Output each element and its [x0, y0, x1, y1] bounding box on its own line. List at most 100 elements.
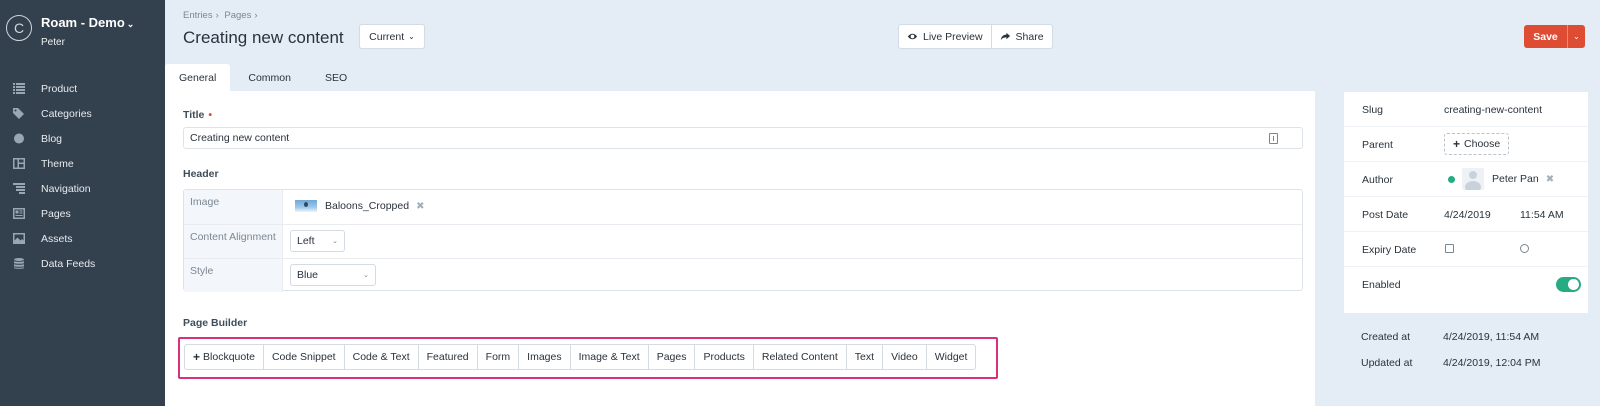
alignment-row-value: Left ⌄ — [283, 225, 1302, 258]
site-user: Peter — [41, 37, 65, 48]
slug-label: Slug — [1362, 104, 1384, 116]
clock-icon[interactable] — [1520, 244, 1529, 253]
tab-bar: General Common SEO — [165, 64, 1315, 91]
created-at-value: 4/24/2019, 11:54 AM — [1443, 331, 1540, 343]
status-dot — [1448, 175, 1455, 183]
add-code-text-button[interactable]: Code & Text — [343, 345, 418, 369]
sidebar-item-assets[interactable]: Assets — [0, 226, 165, 251]
sidebar-item-label: Assets — [41, 232, 73, 245]
enabled-row: Enabled — [1344, 267, 1588, 302]
sidebar-item-categories[interactable]: Categories — [0, 101, 165, 126]
title-input[interactable]: Creating new content — [183, 127, 1303, 149]
tab-common[interactable]: Common — [230, 64, 311, 91]
tab-general[interactable]: General — [165, 64, 231, 91]
sidebar-item-label: Product — [41, 82, 78, 95]
style-row-value: Blue ⌄ — [283, 259, 1302, 292]
sidebar-item-pages[interactable]: Pages — [0, 201, 165, 226]
site-switcher[interactable]: C Roam - Demo ⌄ Peter — [6, 15, 134, 48]
sidebar-nav: Product Categories Blog Theme Navigation… — [0, 76, 165, 276]
slug-input[interactable]: creating-new-content — [1444, 104, 1542, 116]
chevron-down-icon: ⌄ — [1573, 32, 1580, 41]
sidebar-item-label: Navigation — [41, 182, 91, 195]
add-products-button[interactable]: Products — [694, 345, 752, 369]
expiry-date-label: Expiry Date — [1362, 244, 1417, 256]
alignment-row-label: Content Alignment — [184, 225, 283, 258]
save-button[interactable]: Save — [1524, 25, 1567, 48]
page-header: Entries › Pages › Creating new content Cur… — [165, 0, 1600, 64]
add-video-button[interactable]: Video — [882, 345, 926, 369]
image-icon — [12, 233, 25, 244]
remove-icon[interactable]: ✖ — [416, 201, 424, 212]
save-menu-button[interactable]: ⌄ — [1567, 25, 1585, 48]
sidebar-item-navigation[interactable]: Navigation — [0, 176, 165, 201]
site-name-row: Roam - Demo ⌄ — [41, 15, 134, 32]
post-date-input[interactable]: 4/24/2019 — [1444, 209, 1491, 221]
breadcrumb-pages[interactable]: Pages — [224, 10, 251, 21]
live-preview-button[interactable]: Live Preview — [899, 25, 991, 48]
add-featured-button[interactable]: Featured — [417, 345, 477, 369]
circle-icon — [12, 133, 25, 144]
plus-icon: + — [1453, 137, 1461, 151]
required-indicator: • — [208, 109, 213, 121]
add-code-snippet-button[interactable]: Code Snippet — [262, 345, 344, 369]
add-form-button[interactable]: Form — [476, 345, 519, 369]
author-chip[interactable]: Peter Pan ✖ — [1448, 168, 1554, 190]
author-name: Peter Pan — [1492, 173, 1539, 185]
chevron-down-icon: ⌄ — [332, 238, 338, 245]
preview-share-group: Live Preview Share — [898, 24, 1053, 49]
style-row-label: Style — [184, 259, 283, 292]
add-pages-button[interactable]: Pages — [647, 345, 695, 369]
author-label: Author — [1362, 174, 1393, 186]
page-builder-block-types: + Blockquote Code Snippet Code & Text Fea… — [178, 337, 998, 379]
character-counter-icon — [1269, 133, 1278, 144]
breadcrumb-entries[interactable]: Entries — [183, 10, 213, 21]
post-time-input[interactable]: 11:54 AM — [1520, 209, 1564, 221]
sidebar-item-blog[interactable]: Blog — [0, 126, 165, 151]
share-button[interactable]: Share — [990, 25, 1052, 48]
block-type-buttons: + Blockquote Code Snippet Code & Text Fea… — [184, 344, 977, 370]
tab-seo[interactable]: SEO — [311, 64, 361, 91]
header-row-image: Image Baloons_Cropped ✖ — [184, 190, 1302, 224]
sidebar-item-theme[interactable]: Theme — [0, 151, 165, 176]
post-date-row: Post Date 4/24/2019 11:54 AM — [1344, 197, 1588, 232]
sidebar-item-label: Categories — [41, 107, 92, 120]
add-related-content-button[interactable]: Related Content — [752, 345, 846, 369]
share-arrow-icon — [1000, 32, 1010, 41]
enabled-toggle[interactable] — [1556, 277, 1581, 292]
chevron-down-icon: ⌄ — [408, 32, 415, 41]
live-preview-label: Live Preview — [923, 30, 983, 43]
asset-chip[interactable]: Baloons_Cropped ✖ — [295, 200, 424, 212]
sidebar-item-label: Theme — [41, 157, 74, 170]
post-date-label: Post Date — [1362, 209, 1409, 221]
sidebar-item-label: Pages — [41, 207, 71, 220]
parent-label: Parent — [1362, 139, 1393, 151]
page-title: Creating new content — [183, 28, 344, 47]
choose-parent-button[interactable]: + Choose — [1444, 133, 1510, 155]
remove-icon[interactable]: ✖ — [1546, 174, 1554, 185]
list-icon — [12, 83, 25, 94]
style-select[interactable]: Blue ⌄ — [290, 264, 376, 286]
main-content: Title • Creating new content Header Image… — [165, 91, 1315, 406]
sidebar: C Roam - Demo ⌄ Peter Product Categories … — [0, 0, 165, 406]
sidebar-item-label: Data Feeds — [41, 257, 96, 270]
alignment-selected: Left — [297, 235, 315, 247]
revision-menu-button[interactable]: Current ⌄ — [359, 24, 425, 49]
breadcrumb: Entries › Pages › — [183, 10, 261, 21]
database-icon — [12, 258, 25, 269]
alignment-select[interactable]: Left ⌄ — [290, 230, 345, 252]
breadcrumb-separator: › — [254, 10, 258, 21]
breadcrumb-separator: › — [215, 10, 219, 21]
site-logo: C — [6, 15, 32, 41]
title-input-value: Creating new content — [190, 132, 290, 144]
sidebar-item-label: Blog — [41, 132, 63, 145]
add-blockquote-button[interactable]: + Blockquote — [185, 345, 263, 369]
sidebar-item-product[interactable]: Product — [0, 76, 165, 101]
sidebar-item-data-feeds[interactable]: Data Feeds — [0, 251, 165, 276]
style-selected: Blue — [297, 269, 319, 281]
add-image-text-button[interactable]: Image & Text — [569, 345, 648, 369]
calendar-icon[interactable] — [1445, 244, 1454, 253]
add-widget-button[interactable]: Widget — [925, 345, 976, 369]
add-images-button[interactable]: Images — [518, 345, 569, 369]
add-text-button[interactable]: Text — [845, 345, 882, 369]
parent-row: Parent + Choose — [1344, 127, 1588, 162]
